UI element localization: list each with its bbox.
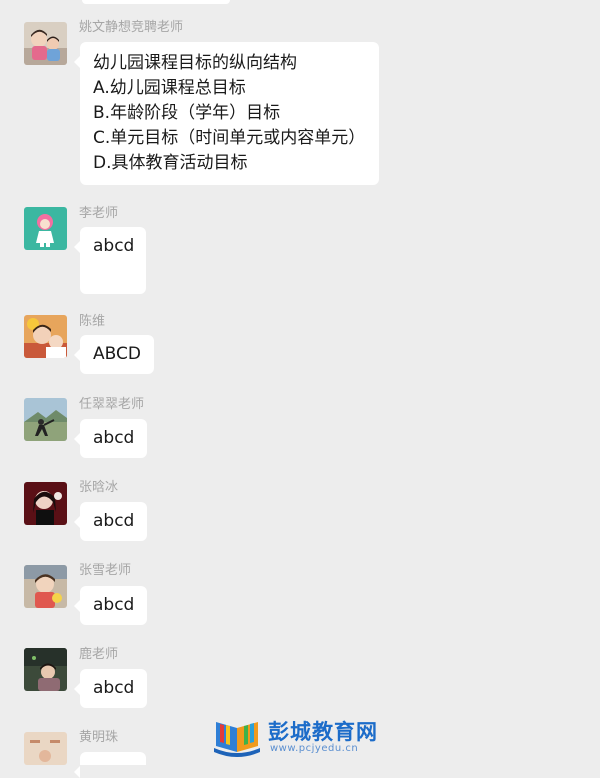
message-bubble[interactable]: 幼儿园课程目标的纵向结构 A.幼儿园课程总目标 B.年龄阶段（学年）目标 C.单… bbox=[73, 42, 380, 185]
message-line: 幼儿园课程目标的纵向结构 bbox=[93, 53, 297, 73]
message-text: abcd bbox=[93, 428, 135, 448]
message-text: abcd bbox=[93, 511, 135, 531]
avatar[interactable] bbox=[24, 648, 67, 691]
sender-name: 李老师 bbox=[79, 206, 119, 221]
site-watermark: 彭城教育网 www.pcjyedu.cn bbox=[212, 712, 392, 762]
sender-name: 张晗冰 bbox=[79, 480, 119, 495]
message-bubble[interactable]: abcd bbox=[73, 502, 148, 541]
avatar[interactable] bbox=[24, 732, 67, 765]
avatar[interactable] bbox=[24, 315, 67, 358]
message-line: B.年龄阶段（学年）目标 bbox=[93, 103, 281, 123]
message-bubble[interactable]: abcd bbox=[73, 586, 148, 625]
message-bubble[interactable] bbox=[74, 752, 146, 778]
watermark-url: www.pcjyedu.cn bbox=[270, 743, 359, 754]
message-text: abcd bbox=[93, 678, 135, 698]
message-line: C.单元目标（时间单元或内容单元） bbox=[93, 128, 366, 148]
book-logo-icon bbox=[214, 722, 260, 757]
sender-name: 鹿老师 bbox=[79, 647, 119, 662]
message-line: A.幼儿园课程总目标 bbox=[93, 78, 246, 98]
message-line: D.具体教育活动目标 bbox=[93, 153, 248, 173]
message-text: abcd bbox=[93, 236, 135, 256]
sender-name: 黄明珠 bbox=[79, 730, 119, 745]
sender-name: 姚文静想竞聘老师 bbox=[79, 20, 184, 35]
message-text: ABCD bbox=[93, 344, 141, 364]
previous-message-bubble-edge bbox=[82, 0, 230, 4]
watermark-title: 彭城教育网 bbox=[268, 720, 378, 744]
avatar[interactable] bbox=[24, 398, 67, 441]
avatar[interactable] bbox=[24, 207, 67, 250]
sender-name: 张雪老师 bbox=[79, 563, 132, 578]
avatar[interactable] bbox=[24, 482, 67, 525]
avatar[interactable] bbox=[24, 22, 67, 65]
message-bubble[interactable]: abcd bbox=[73, 669, 148, 708]
sender-name: 陈维 bbox=[79, 314, 106, 329]
avatar[interactable] bbox=[24, 565, 67, 608]
message-text: abcd bbox=[93, 595, 135, 615]
sender-name: 任翠翠老师 bbox=[79, 397, 145, 412]
message-bubble[interactable]: ABCD bbox=[74, 335, 154, 374]
message-bubble[interactable]: abcd bbox=[73, 419, 148, 458]
message-bubble[interactable]: abcd bbox=[74, 227, 146, 294]
